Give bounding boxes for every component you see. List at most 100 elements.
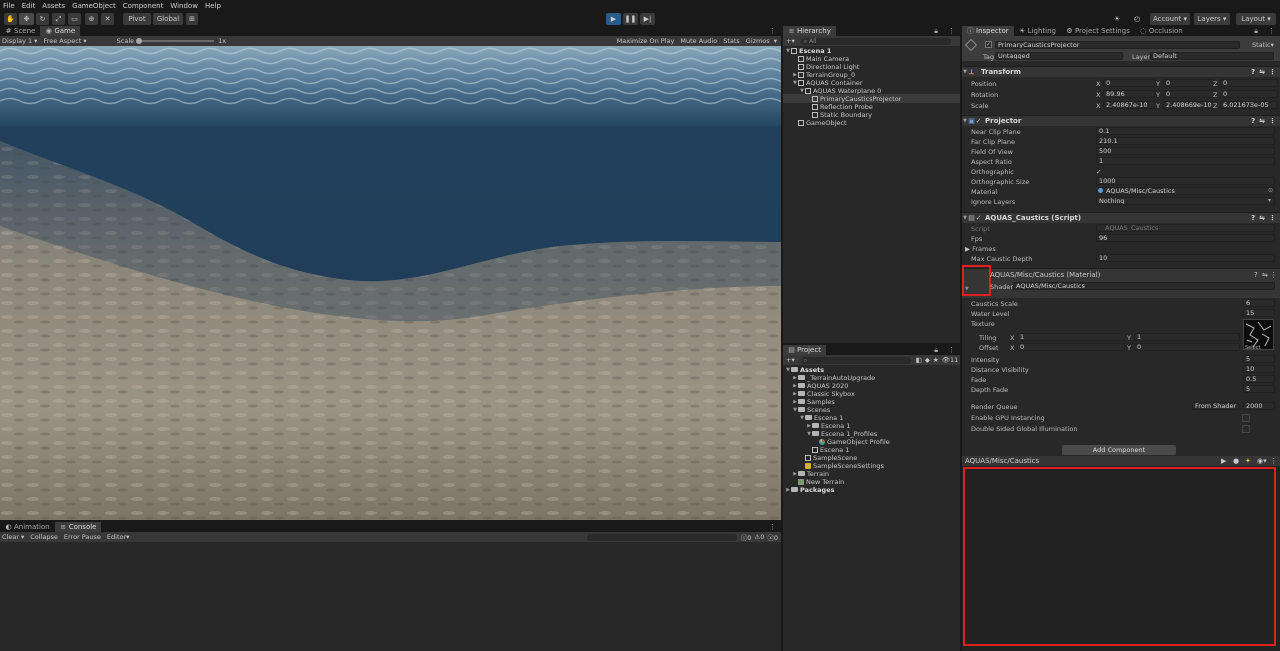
tab-lighting[interactable]: ☀ Lighting xyxy=(1014,26,1061,36)
projector-material-field[interactable]: AQUAS/Misc/Caustics xyxy=(1096,187,1275,195)
material-distance-visibility-field[interactable]: 10 xyxy=(1243,365,1275,373)
transform-rotation-z-field[interactable]: 0 xyxy=(1220,90,1278,98)
material-intensity-field[interactable]: 5 xyxy=(1243,355,1275,363)
offset-x-field[interactable]: 0 xyxy=(1017,343,1125,351)
caustics-preset-icon[interactable]: ⇋ xyxy=(1259,214,1265,222)
transform-scale-z-field[interactable]: 6.021673e-05 xyxy=(1220,101,1278,109)
collapse-toggle[interactable]: Collapse xyxy=(30,533,58,541)
hierarchy-menu-icon[interactable]: ⋮ xyxy=(943,26,960,36)
layers-dropdown[interactable]: Layers ▾ xyxy=(1194,13,1230,25)
menu-gameobject[interactable]: GameObject xyxy=(72,2,116,10)
console-search-input[interactable] xyxy=(586,533,737,541)
tab-game[interactable]: ◉ Game xyxy=(40,26,81,36)
tag-dropdown[interactable]: Untagged xyxy=(995,52,1123,60)
account-dropdown[interactable]: Account ▾ xyxy=(1150,13,1190,25)
pivot-toggle[interactable]: Pivot xyxy=(123,13,151,25)
project-search-input[interactable]: ⌕ xyxy=(800,356,911,364)
move-tool-icon[interactable]: ✥ xyxy=(19,13,34,25)
step-button[interactable]: ▶| xyxy=(640,13,655,25)
stats-toggle[interactable]: Stats xyxy=(723,37,740,45)
add-component-button[interactable]: Add Component xyxy=(1062,445,1176,455)
caustics-max-caustic-depth-field[interactable]: 10 xyxy=(1096,254,1275,262)
static-toggle[interactable]: Static▾ xyxy=(1252,41,1274,49)
hidden-packages-icon[interactable]: 👁︎ xyxy=(942,356,950,364)
info-count-icon[interactable]: ⓘ0 xyxy=(741,532,752,542)
material-caustics-scale-field[interactable]: 6 xyxy=(1243,299,1275,307)
transform-tool-icon[interactable]: ⊕ xyxy=(85,13,98,25)
menu-file[interactable]: File xyxy=(3,2,15,10)
scale-tool-icon[interactable]: ⤢ xyxy=(52,13,65,25)
transform-scale-y-field[interactable]: 2.408669e-10 xyxy=(1163,101,1215,109)
preview-play-icon[interactable]: ▶ xyxy=(1221,457,1226,465)
projector-aspect-ratio-field[interactable]: 1 xyxy=(1096,157,1275,165)
transform-menu-icon[interactable]: ⋮ xyxy=(1269,68,1276,76)
transform-position-x-field[interactable]: 0 xyxy=(1103,79,1155,87)
transform-rotation-y-field[interactable]: 0 xyxy=(1163,90,1215,98)
preview-shape-icon[interactable]: ◉▾ xyxy=(1257,457,1267,465)
menu-window[interactable]: Window xyxy=(170,2,198,10)
custom-tool-icon[interactable]: ✕ xyxy=(101,13,114,25)
gizmos-dropdown[interactable]: Gizmos xyxy=(746,37,770,45)
hierarchy-add-button[interactable]: +▾ xyxy=(786,37,795,45)
render-queue-mode-dropdown[interactable]: From Shader ▾ xyxy=(1192,402,1239,410)
tiling-y-field[interactable]: 1 xyxy=(1134,333,1240,341)
tab-animation[interactable]: ◐ Animation xyxy=(0,522,55,532)
menu-assets[interactable]: Assets xyxy=(42,2,65,10)
material-water-level-field[interactable]: 15 xyxy=(1243,309,1275,317)
game-viewport[interactable] xyxy=(0,46,781,520)
transform-header[interactable]: ▼ ⟂ Transform ? ⇋ ⋮ xyxy=(962,66,1280,77)
scale-slider[interactable] xyxy=(136,38,215,44)
scale-slider-thumb[interactable] xyxy=(136,38,143,44)
tab-project-settings[interactable]: ⚙ Project Settings xyxy=(1061,26,1135,36)
favorite-icon[interactable]: ★ xyxy=(933,356,939,364)
material-preset-icon[interactable]: ⇋ xyxy=(1262,271,1268,279)
projector-help-icon[interactable]: ? xyxy=(1251,117,1255,125)
filter-type-icon[interactable]: ◧ xyxy=(916,356,922,364)
hand-tool-icon[interactable]: ✋ xyxy=(4,13,17,25)
projector-ignore-layers-field[interactable]: Nothing xyxy=(1096,197,1275,205)
preview-menu-icon[interactable]: ⋮ xyxy=(1270,457,1277,465)
projector-header[interactable]: ▼ ▣ ✓ Projector ? ⇋ ⋮ xyxy=(962,115,1280,126)
maximize-on-play-toggle[interactable]: Maximize On Play xyxy=(617,37,675,45)
caustics-frames-label[interactable]: ▶ Frames xyxy=(965,245,996,253)
caustics-script-header[interactable]: ▼ ▤ ✓ AQUAS_Caustics (Script) ? ⇋ ⋮ xyxy=(962,212,1280,223)
render-queue-field[interactable]: 2000 xyxy=(1243,402,1275,410)
dsgi-checkbox[interactable] xyxy=(1242,425,1250,433)
error-pause-toggle[interactable]: Error Pause xyxy=(64,533,101,541)
preview-sphere-icon[interactable]: ● xyxy=(1233,457,1239,465)
hierarchy-search-input[interactable]: ⌕ All xyxy=(800,37,951,45)
pause-button[interactable]: ❚❚ xyxy=(623,13,638,25)
project-menu-icon[interactable]: ⋮ xyxy=(943,345,960,355)
transform-scale-x-field[interactable]: 2.40867e-10 xyxy=(1103,101,1155,109)
material-fade-field[interactable]: 0.5 xyxy=(1243,375,1275,383)
clear-button[interactable]: Clear xyxy=(2,533,19,541)
tab-occlusion[interactable]: ◌ Occlusion xyxy=(1135,26,1188,36)
gpu-instancing-checkbox[interactable] xyxy=(1242,414,1250,422)
hierarchy-lock-icon[interactable]: 🔒︎ xyxy=(929,26,943,36)
layer-dropdown[interactable]: Default xyxy=(1150,52,1274,60)
preview-light-icon[interactable]: ✦ xyxy=(1245,457,1251,465)
rotate-tool-icon[interactable]: ↻ xyxy=(36,13,49,25)
material-depth-fade-field[interactable]: 5 xyxy=(1243,385,1275,393)
cloud-icon[interactable]: ☀ xyxy=(1110,13,1124,25)
projector-menu-icon[interactable]: ⋮ xyxy=(1269,117,1276,125)
projector-preset-icon[interactable]: ⇋ xyxy=(1259,117,1265,125)
projector-near-clip-plane-field[interactable]: 0.1 xyxy=(1096,127,1275,135)
material-menu-icon[interactable]: ⋮ xyxy=(1270,271,1277,279)
project-lock-icon[interactable]: 🔒︎ xyxy=(929,345,943,355)
caustics-enable-checkbox[interactable]: ✓ xyxy=(975,214,982,222)
game-menu-icon[interactable]: ⋮ xyxy=(764,26,781,36)
projector-enable-checkbox[interactable]: ✓ xyxy=(975,117,982,125)
rect-tool-icon[interactable]: ▭ xyxy=(68,13,81,25)
transform-preset-icon[interactable]: ⇋ xyxy=(1259,68,1265,76)
transform-help-icon[interactable]: ? xyxy=(1251,68,1255,76)
caustics-help-icon[interactable]: ? xyxy=(1251,214,1255,222)
object-name-field[interactable]: PrimaryCausticsProjector xyxy=(995,41,1240,49)
projector-orthographic-size-field[interactable]: 1000 xyxy=(1096,177,1275,185)
active-checkbox[interactable]: ✓ xyxy=(985,41,992,48)
project-item[interactable]: ▶ Packages xyxy=(783,485,960,494)
projector-far-clip-plane-field[interactable]: 210.1 xyxy=(1096,137,1275,145)
tab-scene[interactable]: # Scene xyxy=(0,26,40,36)
filter-label-icon[interactable]: ◆ xyxy=(925,356,930,364)
aspect-dropdown[interactable]: Free Aspect xyxy=(43,37,81,45)
